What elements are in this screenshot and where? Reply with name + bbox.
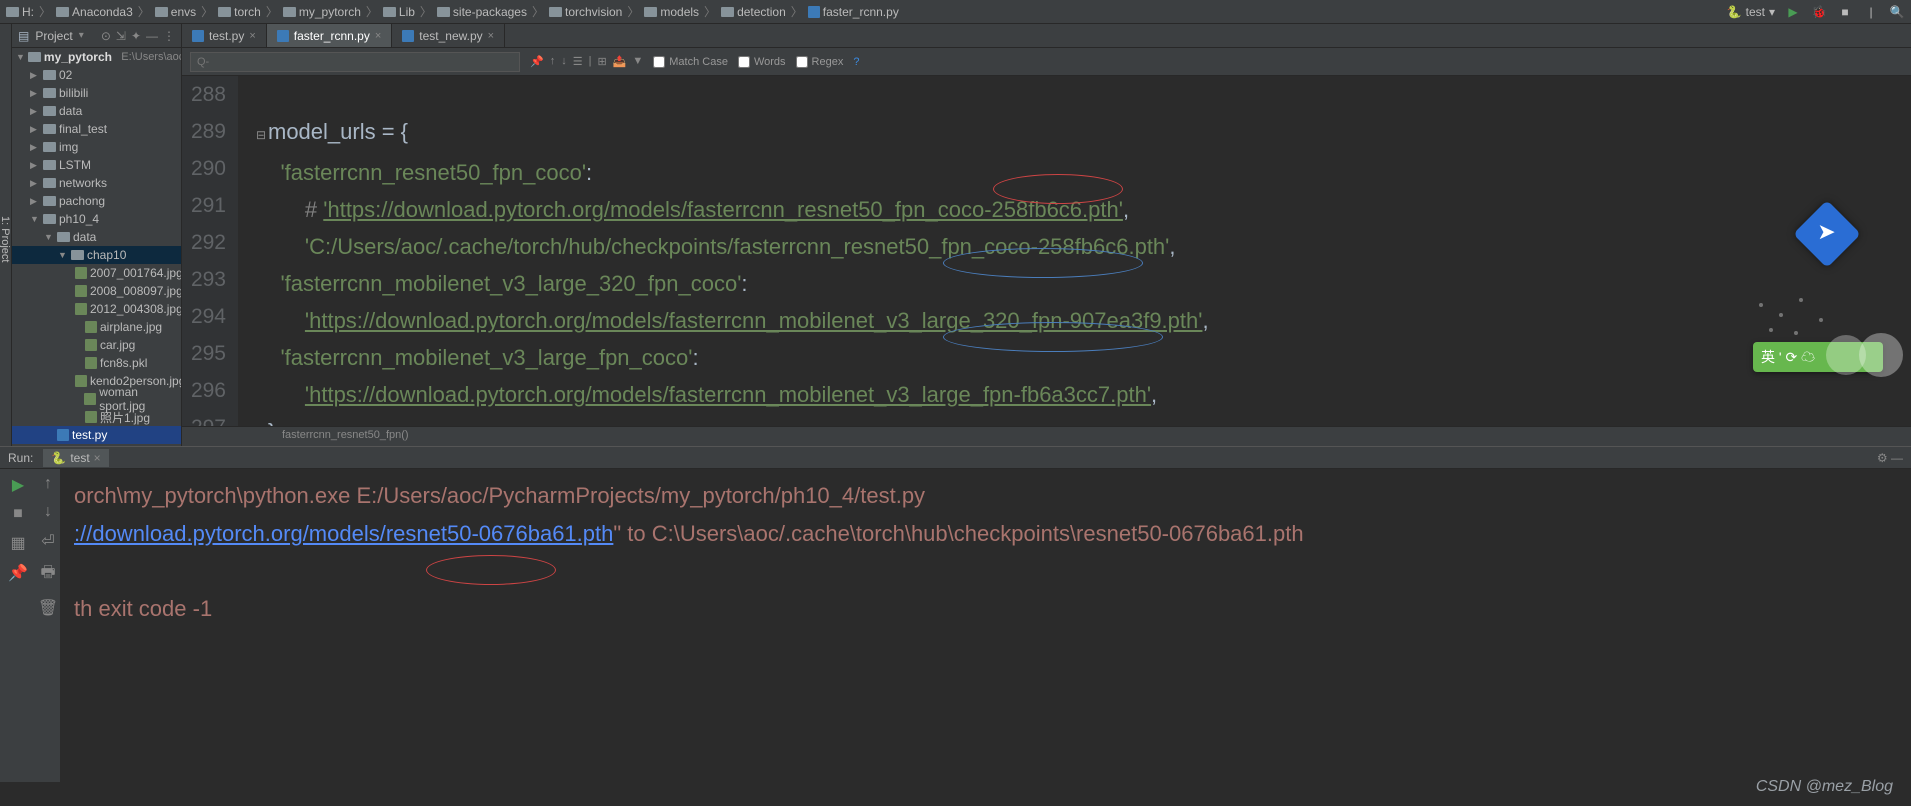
tree-item[interactable]: ▶02 [12, 66, 181, 84]
gutter: 288289290291292293294295296297298 [182, 76, 238, 426]
collapse-icon[interactable]: ⊙ [101, 29, 111, 43]
watermark: CSDN @mez_Blog [1756, 778, 1893, 796]
top-right-tools: 🐍 test ▾ ▶ 🐞 ■ | 🔍 [1727, 4, 1905, 20]
debug-icon[interactable]: 🐞 [1811, 4, 1827, 20]
breadcrumb-item[interactable]: H: [6, 5, 34, 19]
find-opt-words[interactable]: Words [738, 56, 786, 68]
console-output[interactable]: orch\my_pytorch\python.exe E:/Users/aoc/… [60, 469, 1911, 782]
run-config-selector[interactable]: 🐍 test ▾ [1727, 5, 1775, 19]
run-icon[interactable]: ▶ [1785, 4, 1801, 20]
run-gear-icon[interactable]: ⚙ — [1877, 451, 1903, 465]
tree-item[interactable]: woman sport.jpg [12, 390, 181, 408]
tree-item[interactable]: car.jpg [12, 336, 181, 354]
tree-item[interactable]: ▶bilibili [12, 84, 181, 102]
tree-root[interactable]: ▼ my_pytorch E:\Users\aoc\Py [12, 48, 181, 66]
breadcrumb-item[interactable]: torch [218, 5, 261, 19]
wrap-icon[interactable]: ⏎ [41, 531, 54, 551]
project-tree[interactable]: ▼ my_pytorch E:\Users\aoc\Py ▶02▶bilibil… [12, 48, 181, 446]
editor-tab[interactable]: test.py× [182, 24, 267, 47]
run-gutter-left: ▶ ■ ▦ 📌 [0, 469, 36, 782]
find-opt-matchcase[interactable]: Match Case [653, 56, 728, 68]
editor-tab[interactable]: test_new.py× [392, 24, 505, 47]
editor-tabs: test.py×faster_rcnn.py×test_new.py× [182, 24, 1911, 48]
up-icon[interactable]: ↑ [44, 475, 52, 493]
find-opt-regex[interactable]: Regex [796, 56, 844, 68]
breadcrumb-item[interactable]: my_pytorch [283, 5, 361, 19]
rerun-icon[interactable]: ▶ [12, 475, 24, 495]
breadcrumbs: H:〉Anaconda3〉envs〉torch〉my_pytorch〉Lib〉s… [6, 3, 899, 20]
trash-icon[interactable]: 🗑 [38, 598, 58, 618]
breadcrumb-item[interactable]: Lib [383, 5, 415, 19]
breadcrumb-item[interactable]: models [644, 5, 699, 19]
find-select-icon[interactable]: ☰ [573, 55, 583, 68]
tree-item[interactable]: 2012_004308.jpg [12, 300, 181, 318]
find-add-icon[interactable]: ⊞ [597, 55, 606, 68]
find-help-icon[interactable]: ? [853, 56, 859, 68]
tree-item[interactable]: ▼data [12, 228, 181, 246]
find-prev-icon[interactable]: ↑ [550, 55, 556, 68]
editor-tab[interactable]: faster_rcnn.py× [267, 24, 392, 47]
find-filter-icon[interactable]: ▼ [632, 55, 643, 68]
find-export-icon[interactable]: 📤 [613, 55, 627, 68]
breadcrumb-item[interactable]: torchvision [549, 5, 622, 19]
top-bar: H:〉Anaconda3〉envs〉torch〉my_pytorch〉Lib〉s… [0, 0, 1911, 24]
print-icon[interactable]: 🖶 [40, 561, 55, 588]
project-panel-header: ▤ Project ▾ ⊙ ⇲ ✦ — ⋮ [12, 24, 181, 48]
expand-icon[interactable]: ⇲ [116, 29, 126, 43]
tree-item[interactable]: ▼ph10_4_2 [12, 444, 181, 446]
ime-bar[interactable]: 英 ' ⟳ ☁ [1753, 342, 1883, 372]
code-breadcrumb[interactable]: fasterrcnn_resnet50_fpn() [182, 426, 1911, 446]
tree-item[interactable]: ▶pachong [12, 192, 181, 210]
find-bar: 📌 ↑ ↓ ☰ | ⊞ 📤 ▼ Match Case Words Regex ? [182, 48, 1911, 76]
tree-item[interactable]: ▶data [12, 102, 181, 120]
tree-item[interactable]: ▶LSTM [12, 156, 181, 174]
breadcrumb-item[interactable]: faster_rcnn.py [808, 5, 899, 19]
chevron-down-icon[interactable]: ▾ [79, 30, 84, 41]
settings-icon[interactable]: ✦ [131, 29, 141, 43]
tree-item[interactable]: ▼chap10 [12, 246, 181, 264]
find-next-icon[interactable]: ↓ [561, 55, 567, 68]
divider-icon: | [1863, 4, 1879, 20]
breadcrumb-item[interactable]: Anaconda3 [56, 5, 133, 19]
tree-item[interactable]: fcn8s.pkl [12, 354, 181, 372]
pin-icon[interactable]: 📌 [8, 563, 28, 583]
project-panel-title: Project [35, 29, 72, 43]
tree-item[interactable]: test.py [12, 426, 181, 444]
tree-item[interactable]: ▶networks [12, 174, 181, 192]
gear-icon[interactable]: — [146, 29, 158, 43]
stop-run-icon[interactable]: ■ [13, 505, 23, 523]
find-pin-icon[interactable]: 📌 [530, 55, 544, 68]
run-panel: Run: 🐍 test × ⚙ — ▶ ■ ▦ 📌 ↑ ↓ ⏎ 🖶 🗑 orch… [0, 446, 1911, 782]
project-panel: ▤ Project ▾ ⊙ ⇲ ✦ — ⋮ ▼ my_pytorch E:\Us… [12, 24, 182, 446]
tree-item[interactable]: airplane.jpg [12, 318, 181, 336]
tree-item[interactable]: 2007_001764.jpg [12, 264, 181, 282]
main-area: 1: Project ▤ Project ▾ ⊙ ⇲ ✦ — ⋮ ▼ my_py… [0, 24, 1911, 446]
tree-item[interactable]: ▼ph10_4 [12, 210, 181, 228]
tree-item[interactable]: 2008_008097.jpg [12, 282, 181, 300]
run-gutter-right: ↑ ↓ ⏎ 🖶 🗑 [36, 469, 60, 782]
editor-area: test.py×faster_rcnn.py×test_new.py× 📌 ↑ … [182, 24, 1911, 446]
down-icon[interactable]: ↓ [44, 503, 52, 521]
search-icon[interactable]: 🔍 [1889, 4, 1905, 20]
run-panel-header: Run: 🐍 test × ⚙ — [0, 447, 1911, 469]
run-label: Run: [8, 451, 33, 465]
breadcrumb-item[interactable]: detection [721, 5, 786, 19]
tree-item[interactable]: ▶final_test [12, 120, 181, 138]
tree-item[interactable]: ▶img [12, 138, 181, 156]
code-content[interactable]: ⊟model_urls = { 'fasterrcnn_resnet50_fpn… [238, 76, 1911, 426]
layout-icon[interactable]: ▦ [10, 533, 25, 553]
project-tool-tab[interactable]: 1: Project [0, 24, 12, 446]
find-input[interactable] [190, 52, 520, 72]
project-icon: ▤ [18, 29, 29, 43]
hide-icon[interactable]: ⋮ [163, 29, 175, 43]
breadcrumb-item[interactable]: envs [155, 5, 196, 19]
stop-icon[interactable]: ■ [1837, 4, 1853, 20]
run-body: ▶ ■ ▦ 📌 ↑ ↓ ⏎ 🖶 🗑 orch\my_pytorch\python… [0, 469, 1911, 782]
code-editor[interactable]: 288289290291292293294295296297298 ⊟model… [182, 76, 1911, 426]
breadcrumb-item[interactable]: site-packages [437, 5, 527, 19]
run-tab[interactable]: 🐍 test × [43, 449, 108, 467]
